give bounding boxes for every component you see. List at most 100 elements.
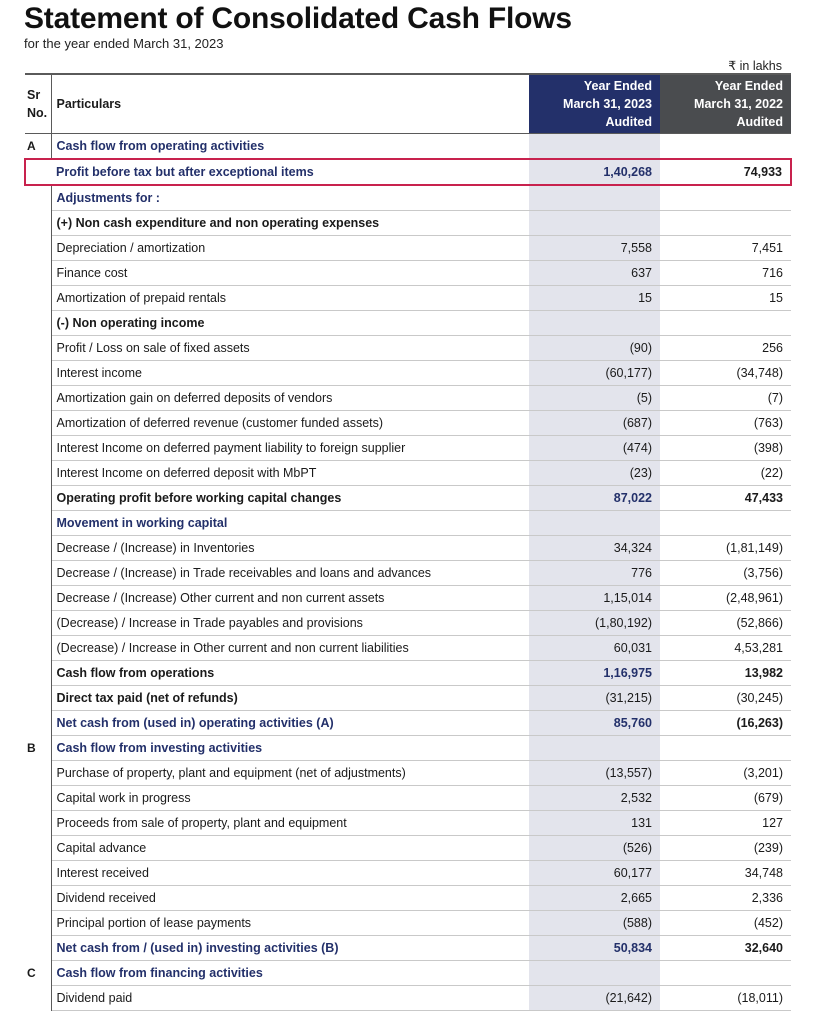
- table-row: Amortization of deferred revenue (custom…: [25, 410, 791, 436]
- row-sr-cell: [25, 985, 52, 1011]
- row-value-2023-cell: 2,532: [529, 785, 660, 811]
- row-sr-cell: [25, 185, 52, 211]
- row-sr-cell: [25, 860, 52, 886]
- row-sr-cell: [25, 535, 52, 561]
- row-value-2022-cell: 13,982: [660, 660, 791, 686]
- table-row: A Cash flow from operating activities: [25, 133, 791, 160]
- table-row: Finance cost 637 716: [25, 260, 791, 286]
- row-value-2023-cell: [529, 210, 660, 236]
- row-sr-cell: [25, 335, 52, 361]
- row-value-2023-cell: 60,031: [529, 635, 660, 661]
- row-value-2022-cell: (452): [660, 910, 791, 936]
- row-value-2023-cell: 131: [529, 810, 660, 836]
- row-sr-cell: [25, 585, 52, 611]
- row-sr-cell: [25, 560, 52, 586]
- row-value-2023-cell: 60,177: [529, 860, 660, 886]
- row-value-2022-cell: (763): [660, 410, 791, 436]
- row-value-2023-cell: (21,642): [529, 985, 660, 1011]
- table-row: Net cash from / (used in) investing acti…: [25, 935, 791, 961]
- row-value-2022-cell: [660, 210, 791, 236]
- row-value-2022-cell: (18,011): [660, 985, 791, 1011]
- row-sr-cell: [24, 158, 51, 186]
- row-value-2023-cell: 34,324: [529, 535, 660, 561]
- particulars-header: Particulars: [56, 97, 122, 111]
- year-2022-header: Year Ended March 31, 2022 Audited: [660, 74, 791, 134]
- row-value-2022-cell: (52,866): [660, 610, 791, 636]
- table-row: Depreciation / amortization 7,558 7,451: [25, 235, 791, 261]
- row-value-2022-cell: (3,201): [660, 760, 791, 786]
- row-sr-cell: [25, 810, 52, 836]
- table-row: Adjustments for :: [25, 185, 791, 211]
- row-sr-cell: [25, 210, 52, 236]
- row-value-2022-cell: (7): [660, 385, 791, 411]
- row-particulars-cell: Net cash from (used in) operating activi…: [51, 710, 529, 736]
- row-value-2023-cell: (31,215): [529, 685, 660, 711]
- row-value-2022-cell: [660, 510, 791, 536]
- row-value-2022-cell: 34,748: [660, 860, 791, 886]
- table-row: Profit / Loss on sale of fixed assets (90…: [25, 335, 791, 361]
- year-2023-header: Year Ended March 31, 2023 Audited: [529, 74, 660, 134]
- row-value-2022-cell: 716: [660, 260, 791, 286]
- row-value-2022-cell: 74,933: [660, 158, 792, 186]
- row-particulars-cell: (-) Non operating income: [51, 310, 529, 336]
- row-value-2023-cell: [529, 510, 660, 536]
- row-particulars-cell: Interest received: [51, 860, 529, 886]
- row-particulars-cell: Direct tax paid (net of refunds): [51, 685, 529, 711]
- table-row: Dividend paid (21,642) (18,011): [25, 985, 791, 1011]
- row-particulars-cell: Proceeds from sale of property, plant an…: [51, 810, 529, 836]
- row-sr-cell: [25, 260, 52, 286]
- row-value-2022-cell: 15: [660, 285, 791, 311]
- year-2023-header-line1: Year Ended: [583, 79, 652, 93]
- row-sr-cell: [25, 610, 52, 636]
- table-row: Decrease / (Increase) in Trade receivabl…: [25, 560, 791, 586]
- row-sr-cell: [25, 460, 52, 486]
- row-sr-cell: [25, 360, 52, 386]
- row-sr-cell: [25, 685, 52, 711]
- row-particulars-cell: Cash flow from operating activities: [51, 133, 529, 160]
- row-value-2023-cell: (60,177): [529, 360, 660, 386]
- table-row: (+) Non cash expenditure and non operati…: [25, 210, 791, 236]
- table-row: Net cash from (used in) operating activi…: [25, 710, 791, 736]
- page-title: Statement of Consolidated Cash Flows: [24, 2, 572, 35]
- row-particulars-cell: Amortization gain on deferred deposits o…: [51, 385, 529, 411]
- row-particulars-cell: (+) Non cash expenditure and non operati…: [51, 210, 529, 236]
- table-row: Interest received 60,177 34,748: [25, 860, 791, 886]
- table-row: (-) Non operating income: [25, 310, 791, 336]
- row-value-2022-cell: (22): [660, 460, 791, 486]
- row-value-2023-cell: [529, 310, 660, 336]
- row-value-2022-cell: [660, 735, 791, 761]
- row-value-2023-cell: 50,834: [529, 935, 660, 961]
- row-value-2023-cell: (687): [529, 410, 660, 436]
- page-subtitle: for the year ended March 31, 2023: [24, 36, 224, 51]
- row-value-2022-cell: (398): [660, 435, 791, 461]
- row-value-2023-cell: (90): [529, 335, 660, 361]
- row-particulars-cell: Profit / Loss on sale of fixed assets: [51, 335, 529, 361]
- row-value-2023-cell: [529, 185, 660, 211]
- row-value-2023-cell: 85,760: [529, 710, 660, 736]
- row-value-2022-cell: (16,263): [660, 710, 791, 736]
- table-row: Decrease / (Increase) Other current and …: [25, 585, 791, 611]
- row-value-2023-cell: 1,40,268: [529, 158, 660, 186]
- row-particulars-cell: Adjustments for :: [51, 185, 529, 211]
- row-value-2022-cell: [660, 960, 791, 986]
- table-row: Cash flow from operations 1,16,975 13,982: [25, 660, 791, 686]
- row-particulars-cell: Cash flow from operations: [51, 660, 529, 686]
- row-particulars-cell: Decrease / (Increase) in Inventories: [51, 535, 529, 561]
- row-value-2023-cell: [529, 133, 660, 160]
- row-sr-cell: [25, 285, 52, 311]
- row-value-2022-cell: 32,640: [660, 935, 791, 961]
- year-2022-header-line3: Audited: [736, 115, 783, 129]
- row-particulars-cell: (Decrease) / Increase in Trade payables …: [51, 610, 529, 636]
- table-row: Interest income (60,177) (34,748): [25, 360, 791, 386]
- row-particulars-cell: Interest income: [51, 360, 529, 386]
- row-sr-cell: A: [25, 133, 52, 159]
- row-particulars-cell: Capital work in progress: [51, 785, 529, 811]
- row-particulars-cell: Principal portion of lease payments: [51, 910, 529, 936]
- row-particulars-cell: Interest Income on deferred deposit with…: [51, 460, 529, 486]
- row-particulars-cell: Cash flow from investing activities: [51, 735, 529, 761]
- table-row: Capital work in progress 2,532 (679): [25, 785, 791, 811]
- row-particulars-cell: Purchase of property, plant and equipmen…: [51, 760, 529, 786]
- year-2023-header-line3: Audited: [605, 115, 652, 129]
- row-value-2022-cell: (1,81,149): [660, 535, 791, 561]
- cash-flow-table: Sr No. Particulars Year Ended March 31, 2…: [24, 73, 792, 1011]
